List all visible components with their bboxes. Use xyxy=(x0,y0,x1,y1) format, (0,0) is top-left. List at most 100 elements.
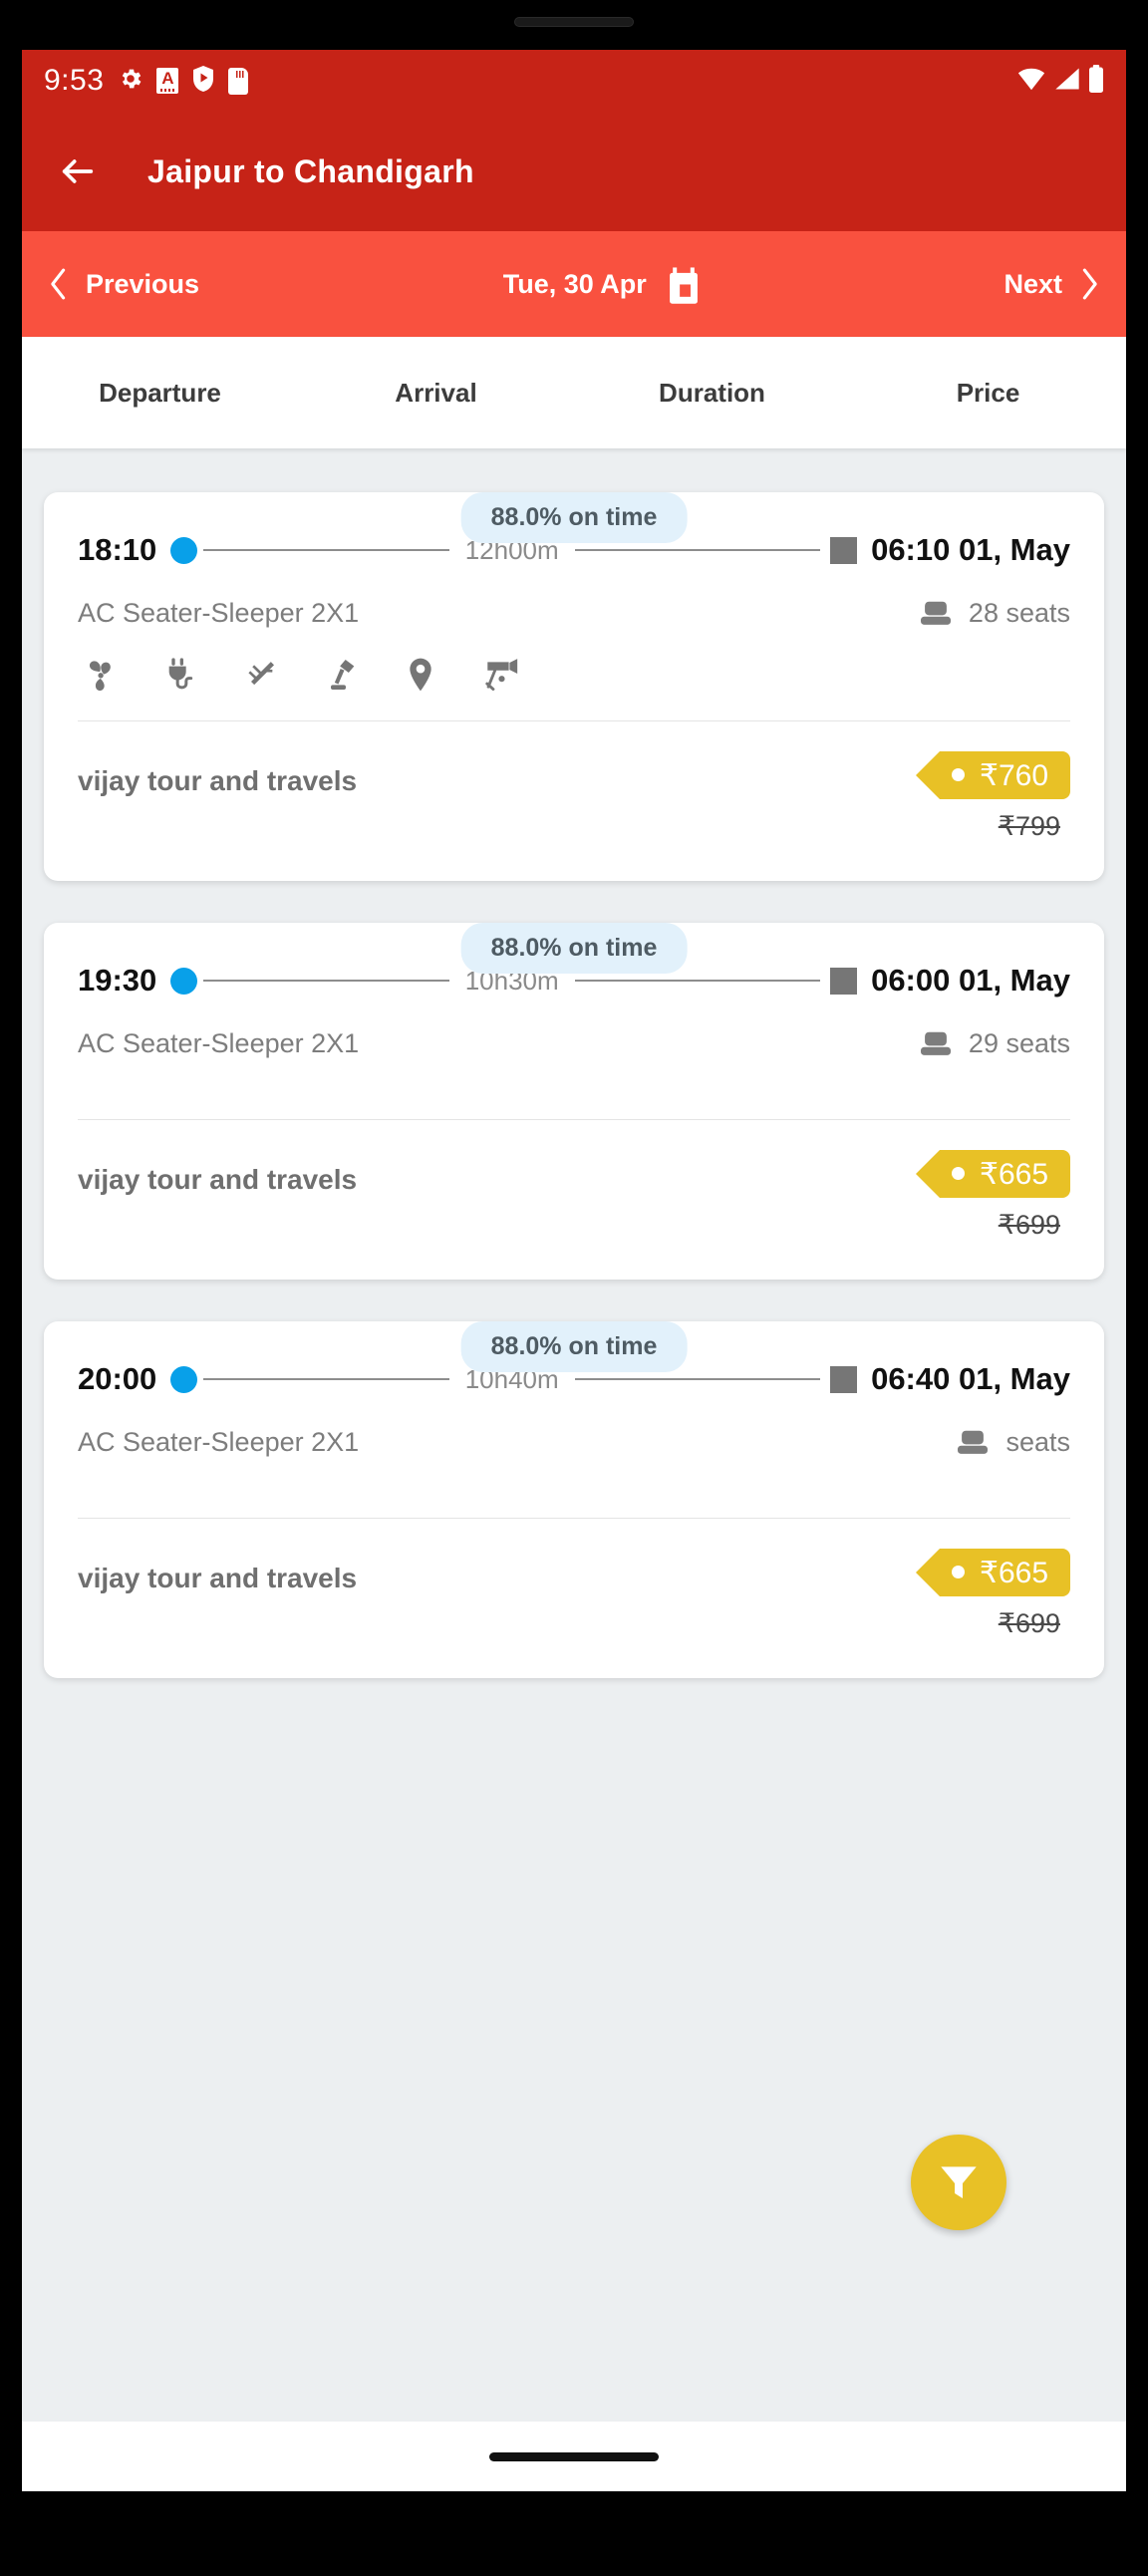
price-tag[interactable]: ₹760 xyxy=(915,751,1070,799)
back-button[interactable] xyxy=(52,145,104,197)
card-divider xyxy=(78,1518,1070,1519)
tag-hole-icon xyxy=(951,768,965,781)
shield-play-icon xyxy=(191,65,215,98)
price-tag[interactable]: ₹665 xyxy=(915,1150,1070,1198)
bus-type-label: AC Seater-Sleeper 2X1 xyxy=(78,598,360,628)
seats-count: 28 seats xyxy=(968,598,1070,628)
arrival-time: 06:10 01, May xyxy=(871,532,1070,567)
seat-icon xyxy=(920,1031,951,1055)
date-picker[interactable]: Tue, 30 Apr xyxy=(199,267,1004,304)
departure-dot-icon xyxy=(170,1365,198,1393)
bus-card[interactable]: 88.0% on time 18:10 12h00m 06:10 01, May… xyxy=(44,492,1104,881)
route-line xyxy=(203,1378,449,1380)
sd-card-icon xyxy=(228,67,249,95)
status-badge: 88.0% on time xyxy=(460,1321,688,1372)
phone-device: 9:53 A Jaipur to Chandigarh Previous Tue… xyxy=(0,0,1148,2576)
phone-screen: 9:53 A Jaipur to Chandigarh Previous Tue… xyxy=(22,50,1126,2441)
departure-dot-icon xyxy=(170,967,198,995)
arrival-time: 06:40 01, May xyxy=(871,1361,1070,1396)
cctv-icon xyxy=(485,659,518,691)
system-navigation-bar xyxy=(22,2422,1126,2491)
bus-results-list: 88.0% on time 18:10 12h00m 06:10 01, May… xyxy=(22,448,1126,1678)
bus-type-label: AC Seater-Sleeper 2X1 xyxy=(78,1028,360,1058)
back-arrow-icon xyxy=(62,159,94,183)
next-day-button[interactable]: Next xyxy=(1004,267,1100,301)
route-line xyxy=(574,549,821,551)
card-divider xyxy=(78,720,1070,721)
previous-label: Previous xyxy=(86,268,200,299)
seats-count: seats xyxy=(1005,1427,1070,1457)
chevron-left-icon xyxy=(51,268,66,300)
tab-departure[interactable]: Departure xyxy=(22,378,298,409)
charging-point-icon xyxy=(168,658,193,690)
home-gesture-pill[interactable] xyxy=(489,2451,659,2461)
bus-card[interactable]: 88.0% on time 19:30 10h30m 06:00 01, May… xyxy=(44,923,1104,1280)
status-bar-right-icons xyxy=(1016,64,1104,98)
bus-type-label: AC Seater-Sleeper 2X1 xyxy=(78,1427,360,1457)
date-navigation-bar: Previous Tue, 30 Apr Next xyxy=(22,231,1126,337)
operator-name: vijay tour and travels xyxy=(78,765,358,796)
previous-day-button[interactable]: Previous xyxy=(48,267,199,301)
departure-time: 20:00 xyxy=(78,1361,157,1396)
gear-icon xyxy=(118,66,144,97)
seat-icon xyxy=(958,1430,989,1454)
operator-name: vijay tour and travels xyxy=(78,1563,358,1593)
tab-duration[interactable]: Duration xyxy=(574,378,850,409)
filter-funnel-icon xyxy=(941,2166,977,2199)
seats-available: 28 seats xyxy=(919,598,1070,629)
next-label: Next xyxy=(1004,268,1062,299)
blanket-icon xyxy=(248,662,274,686)
operator-name: vijay tour and travels xyxy=(78,1164,358,1195)
departure-dot-icon xyxy=(170,536,198,564)
app-bar: Jaipur to Chandigarh xyxy=(22,112,1126,231)
price-value: ₹665 xyxy=(979,1157,1048,1191)
filter-button[interactable] xyxy=(911,2135,1006,2230)
reading-light-icon xyxy=(331,660,355,690)
original-price: ₹699 xyxy=(998,1608,1060,1638)
price-column: ₹665 ₹699 xyxy=(915,1150,1070,1241)
arrival-square-icon xyxy=(830,1365,858,1393)
earpiece-speaker xyxy=(514,17,634,27)
route-line xyxy=(574,1378,821,1380)
amenities-row xyxy=(78,655,1070,695)
signal-icon xyxy=(1053,66,1081,97)
chevron-right-icon xyxy=(1082,268,1097,300)
arrival-square-icon xyxy=(830,967,858,995)
bus-type-row: AC Seater-Sleeper 2X1 seats xyxy=(78,1427,1070,1458)
departure-time: 19:30 xyxy=(78,963,157,998)
bus-type-row: AC Seater-Sleeper 2X1 29 seats xyxy=(78,1028,1070,1059)
operator-price-row: vijay tour and travels ₹760 ₹799 xyxy=(78,751,1070,847)
original-price: ₹699 xyxy=(998,1210,1060,1240)
bus-card[interactable]: 88.0% on time 20:00 10h40m 06:40 01, May… xyxy=(44,1321,1104,1678)
route-line xyxy=(203,980,449,982)
wifi-icon xyxy=(1016,66,1046,97)
operator-price-row: vijay tour and travels ₹665 ₹699 xyxy=(78,1549,1070,1644)
page-title: Jaipur to Chandigarh xyxy=(147,152,474,189)
departure-time: 18:10 xyxy=(78,532,157,567)
sort-tab-bar: Departure Arrival Duration Price xyxy=(22,337,1126,448)
route-line xyxy=(203,549,449,551)
operator-price-row: vijay tour and travels ₹665 ₹699 xyxy=(78,1150,1070,1246)
tab-price[interactable]: Price xyxy=(850,378,1126,409)
seats-count: 29 seats xyxy=(968,1028,1070,1058)
status-bar-left-icons: A xyxy=(118,65,249,98)
price-column: ₹760 ₹799 xyxy=(915,751,1070,842)
price-value: ₹665 xyxy=(979,1556,1048,1589)
card-divider xyxy=(78,1119,1070,1120)
status-badge: 88.0% on time xyxy=(460,492,688,543)
tab-arrival[interactable]: Arrival xyxy=(298,378,574,409)
status-badge: 88.0% on time xyxy=(460,923,688,974)
seats-available: 29 seats xyxy=(919,1028,1070,1059)
arrival-time: 06:00 01, May xyxy=(871,963,1070,998)
price-value: ₹760 xyxy=(979,758,1048,792)
fan-icon xyxy=(89,661,111,692)
battery-icon xyxy=(1088,64,1104,98)
tag-hole-icon xyxy=(951,1566,965,1578)
seat-icon xyxy=(920,601,951,625)
bus-type-row: AC Seater-Sleeper 2X1 28 seats xyxy=(78,598,1070,629)
seats-available: seats xyxy=(956,1427,1070,1458)
original-price: ₹799 xyxy=(998,811,1060,841)
price-tag[interactable]: ₹665 xyxy=(915,1549,1070,1596)
calendar-icon[interactable] xyxy=(667,267,701,304)
selected-date: Tue, 30 Apr xyxy=(502,268,647,299)
